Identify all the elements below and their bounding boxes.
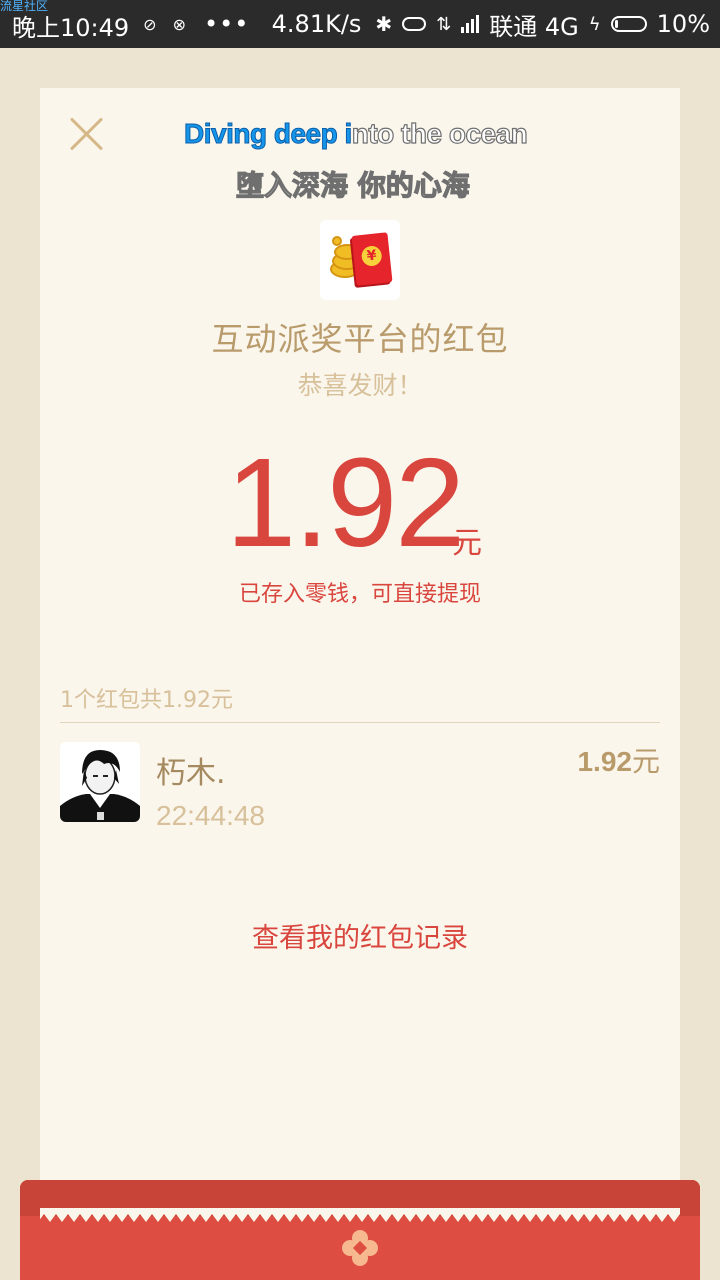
bluetooth-icon: ✱ [375, 12, 393, 36]
envelope-summary: 1个红包共1.92元 [60, 688, 233, 713]
status-bar: 流星社区 晚上10:49 ⊘ ⊗ ••• 4.81K/s ✱ ⇅ 联通 4G ϟ… [0, 0, 720, 48]
overlay-caption-chinese: 堕入深海 你的心海 [235, 168, 470, 202]
overlay-caption-rest: nto the ocean [351, 117, 528, 149]
sync-icon: ⊗ [172, 14, 186, 34]
divider [60, 722, 660, 723]
receiver-amount-value: 1.92 [577, 746, 632, 777]
envelope-icon: ¥ [351, 232, 393, 286]
more-notifications-dots: ••• [203, 10, 250, 38]
link-icon [402, 17, 427, 31]
overlay-caption-english: Diving deep into the ocean [184, 117, 584, 150]
blessing-text: 恭喜发财！ [297, 371, 423, 400]
battery-percent: 10% [656, 10, 710, 38]
charging-icon: ϟ [588, 13, 601, 35]
sync-icon: ⊘ [143, 14, 157, 34]
network-speed: 4.81K/s [271, 10, 362, 38]
overlay-caption-highlight: Diving deep i [184, 118, 353, 150]
receiver-name: 朽木. [156, 756, 226, 791]
received-amount: 1.92 [226, 432, 465, 573]
close-icon[interactable] [68, 116, 104, 152]
sender-title: 互动派奖平台的红包 [211, 320, 509, 358]
flower-icon [342, 1230, 378, 1266]
signal-icon [461, 15, 480, 33]
card-zigzag-edge [40, 1208, 680, 1222]
amount-unit: 元 [452, 526, 482, 561]
red-envelope-app-icon: ¥ [320, 220, 400, 300]
yen-icon: ¥ [360, 245, 383, 268]
view-envelope-history-link[interactable]: 查看我的红包记录 [40, 916, 680, 955]
receiver-amount-unit: 元 [631, 746, 660, 777]
carrier-label: 联通 4G [489, 12, 579, 41]
watermark-label: 流星社区 [0, 0, 49, 13]
stored-to-wallet-note: 已存入零钱，可直接提现 [238, 582, 481, 607]
data-arrows-icon: ⇅ [436, 13, 452, 35]
battery-icon [610, 16, 647, 32]
receiver-amount: 1.92元 [577, 740, 660, 780]
receive-time: 22:44:48 [156, 800, 265, 831]
red-envelope-detail-card: Diving deep into the ocean 堕入深海 你的心海 ¥ 互… [40, 88, 680, 1218]
avatar[interactable] [60, 742, 140, 822]
